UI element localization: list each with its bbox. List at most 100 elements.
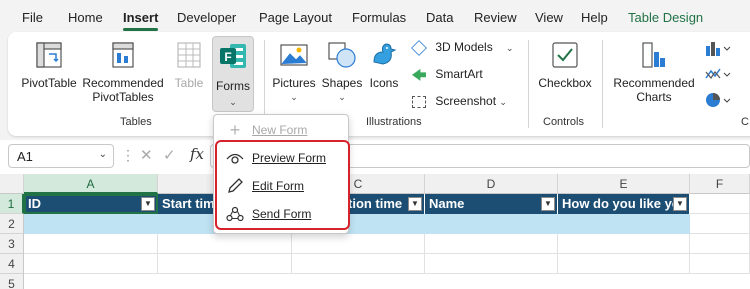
table-header-id-label: ID bbox=[28, 196, 41, 211]
formula-bar: A1 ⌄ ⋮ ✕ ✓ fx bbox=[0, 142, 750, 172]
cell[interactable] bbox=[558, 254, 690, 274]
shapes-label: Shapes bbox=[321, 76, 363, 90]
ribbon: PivotTable Recommended PivotTables Table… bbox=[8, 32, 750, 136]
cell[interactable] bbox=[24, 234, 158, 254]
menu-page-layout[interactable]: Page Layout bbox=[259, 10, 332, 25]
menu-home[interactable]: Home bbox=[68, 10, 103, 25]
3d-models-icon bbox=[411, 39, 427, 56]
column-header-d[interactable]: D bbox=[425, 174, 558, 194]
cell[interactable] bbox=[292, 234, 425, 254]
pie-chart-button[interactable] bbox=[704, 92, 738, 111]
menu-formulas[interactable]: Formulas bbox=[352, 10, 406, 25]
filter-dropdown-icon[interactable]: ▼ bbox=[673, 197, 687, 211]
cancel-icon[interactable]: ✕ bbox=[140, 146, 153, 164]
recommended-pivottables-button[interactable]: Recommended PivotTables bbox=[80, 40, 166, 104]
pivottable-button[interactable]: PivotTable bbox=[20, 40, 78, 90]
tables-group-label: Tables bbox=[120, 116, 152, 128]
table-header-start-time-label: Start tim bbox=[162, 196, 215, 211]
bar-chart-button[interactable] bbox=[704, 40, 738, 59]
cell[interactable] bbox=[425, 234, 558, 254]
cell[interactable] bbox=[690, 214, 750, 234]
smartart-label: SmartArt bbox=[435, 67, 483, 81]
cell[interactable] bbox=[24, 254, 158, 274]
row-header-5[interactable]: 5 bbox=[0, 274, 24, 289]
table-header-how-do-you-like[interactable]: How do you like yo ▼ bbox=[558, 194, 690, 214]
highlight-annotation bbox=[215, 140, 350, 230]
filter-dropdown-icon[interactable]: ▼ bbox=[408, 197, 422, 211]
recommended-charts-button[interactable]: Recommended Charts bbox=[608, 40, 700, 104]
cell[interactable] bbox=[690, 254, 750, 274]
table-icon bbox=[177, 42, 201, 68]
menu-help[interactable]: Help bbox=[581, 10, 608, 25]
cell[interactable] bbox=[558, 234, 690, 254]
3d-models-button[interactable]: 3D Models ⌄ bbox=[411, 39, 522, 56]
checkbox-icon bbox=[552, 42, 578, 68]
menu-developer[interactable]: Developer bbox=[177, 10, 236, 25]
filter-dropdown-icon[interactable]: ▼ bbox=[141, 197, 155, 211]
menu-review[interactable]: Review bbox=[474, 10, 517, 25]
menu-file[interactable]: File bbox=[22, 10, 43, 25]
more-options-icon[interactable]: ⋮ bbox=[121, 147, 135, 164]
row-header-4[interactable]: 4 bbox=[0, 254, 24, 274]
cell[interactable] bbox=[690, 234, 750, 254]
cell[interactable] bbox=[292, 254, 425, 274]
smartart-button[interactable]: SmartArt bbox=[412, 67, 522, 81]
pictures-button[interactable]: Pictures ⌄ bbox=[270, 40, 318, 104]
cell[interactable] bbox=[425, 254, 558, 274]
insert-function-button[interactable]: fx bbox=[190, 145, 204, 163]
table-button[interactable]: Table bbox=[170, 40, 208, 90]
shapes-button[interactable]: Shapes ⌄ bbox=[320, 40, 364, 104]
name-box-chevron-down-icon[interactable]: ⌄ bbox=[99, 149, 107, 160]
controls-group-label: Controls bbox=[543, 116, 584, 128]
charts-group-label: C bbox=[741, 116, 749, 128]
recommended-pivottables-label-2: PivotTables bbox=[92, 90, 154, 104]
checkbox-button[interactable]: Checkbox bbox=[536, 40, 594, 90]
forms-button[interactable]: F Forms ⌄ bbox=[212, 36, 254, 112]
pictures-label: Pictures bbox=[272, 76, 316, 90]
filter-dropdown-icon[interactable]: ▼ bbox=[541, 197, 555, 211]
name-box[interactable]: A1 ⌄ bbox=[8, 144, 114, 168]
3d-models-chevron-down-icon: ⌄ bbox=[506, 43, 514, 53]
menu-table-design[interactable]: Table Design bbox=[628, 10, 703, 25]
table-label: Table bbox=[174, 76, 204, 90]
shapes-icon bbox=[328, 42, 356, 68]
column-header-f[interactable]: F bbox=[690, 174, 750, 194]
menu-bar: File Home Insert Developer Page Layout F… bbox=[0, 0, 750, 36]
checkbox-label: Checkbox bbox=[538, 76, 592, 90]
table-row[interactable] bbox=[24, 214, 690, 234]
table-header-name[interactable]: Name ▼ bbox=[425, 194, 558, 214]
cell[interactable] bbox=[158, 234, 292, 254]
recommended-charts-label-1: Recommended bbox=[613, 76, 695, 90]
column-header-a[interactable]: A bbox=[24, 174, 158, 194]
worksheet-grid: A B C D E F 1 2 3 4 5 ID ▼ Start tim tio… bbox=[0, 174, 750, 289]
forms-chevron-down-icon: ⌄ bbox=[229, 97, 237, 107]
bar-chart-icon bbox=[706, 42, 731, 56]
pivottable-icon bbox=[36, 42, 62, 68]
row-header-2[interactable]: 2 bbox=[0, 214, 24, 234]
line-chart-button[interactable] bbox=[704, 66, 738, 85]
enter-icon[interactable]: ✓ bbox=[163, 146, 176, 164]
icons-icon bbox=[373, 43, 397, 65]
cell[interactable] bbox=[690, 194, 750, 214]
line-chart-icon bbox=[705, 68, 731, 80]
recommended-pivottables-icon bbox=[112, 42, 134, 68]
select-all-corner[interactable] bbox=[0, 174, 24, 194]
menu-insert[interactable]: Insert bbox=[123, 10, 159, 31]
cell[interactable] bbox=[158, 254, 292, 274]
menu-data[interactable]: Data bbox=[426, 10, 453, 25]
row-header-1[interactable]: 1 bbox=[0, 194, 24, 214]
icons-button[interactable]: Icons bbox=[366, 40, 402, 90]
pictures-icon bbox=[280, 44, 308, 66]
group-separator bbox=[602, 40, 603, 128]
plus-icon: + bbox=[229, 120, 241, 140]
table-header-id[interactable]: ID ▼ bbox=[24, 194, 158, 214]
column-header-e[interactable]: E bbox=[558, 174, 690, 194]
table-header-name-label: Name bbox=[429, 196, 465, 211]
forms-icon: F bbox=[220, 44, 246, 68]
screenshot-icon bbox=[412, 95, 426, 108]
icons-label: Icons bbox=[369, 76, 399, 90]
menu-view[interactable]: View bbox=[535, 10, 563, 25]
illustrations-group-label: Illustrations bbox=[366, 116, 422, 128]
screenshot-button[interactable]: Screenshot ⌄ bbox=[412, 94, 522, 109]
row-header-3[interactable]: 3 bbox=[0, 234, 24, 254]
